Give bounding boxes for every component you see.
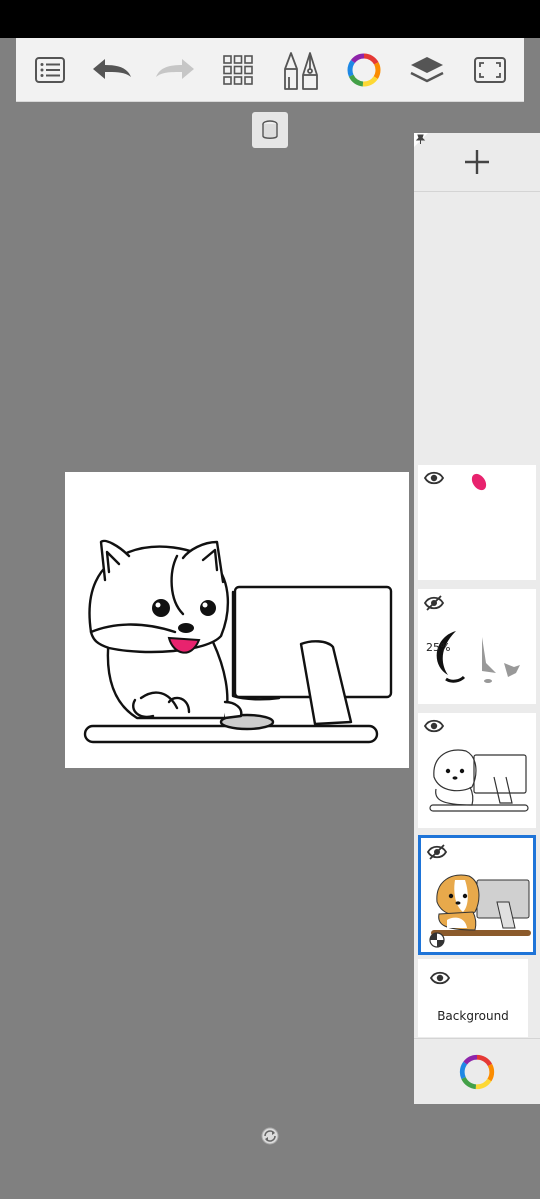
layer-thumbnail [436,631,520,683]
eye-icon[interactable] [424,471,444,485]
layers-button[interactable] [399,38,455,101]
eye-off-icon[interactable] [427,844,447,860]
status-bar [0,0,540,38]
brush-tools-button[interactable] [273,38,329,101]
background-layer[interactable]: Background [418,959,528,1037]
color-wheel-icon [347,53,381,86]
rotate-reset-icon[interactable] [260,1126,280,1146]
menu-list-button[interactable] [22,38,78,101]
layers-icon [410,56,444,82]
layers-panel: 25% Background [414,133,540,1104]
eye-icon[interactable] [424,719,444,733]
top-toolbar [16,38,524,102]
undo-button[interactable] [84,38,140,101]
plus-icon [465,150,489,174]
layer-item-2[interactable]: 25% [418,589,536,704]
layer-item-4[interactable] [418,835,536,955]
redo-icon [156,58,194,79]
layer-thumbnail [429,749,529,812]
layer-opacity-label: 25% [426,641,451,654]
pencil-pen-icon [284,51,318,90]
container-icon [262,120,278,139]
eye-off-icon[interactable] [424,595,444,611]
color-wheel-button[interactable] [336,38,392,101]
fullscreen-button[interactable] [462,38,518,101]
grid-button[interactable] [210,38,266,101]
grid-icon [223,54,253,85]
fullscreen-icon [474,56,506,83]
layer-item-3[interactable] [418,713,536,828]
redo-button[interactable] [147,38,203,101]
corgi-computer-drawing [83,539,393,744]
alpha-lock-icon[interactable] [429,932,445,948]
layer-thumbnail [471,473,487,491]
background-layer-label: Background [437,1009,509,1023]
add-layer-button[interactable] [414,133,540,192]
layer-item-1[interactable] [418,465,536,580]
reference-layer-button[interactable] [252,112,288,148]
undo-icon [93,58,131,79]
eye-icon[interactable] [430,971,450,985]
list-icon [35,56,65,83]
layer-color-button[interactable] [414,1038,540,1105]
color-wheel-icon [459,1054,495,1090]
drawing-canvas[interactable] [65,472,409,768]
